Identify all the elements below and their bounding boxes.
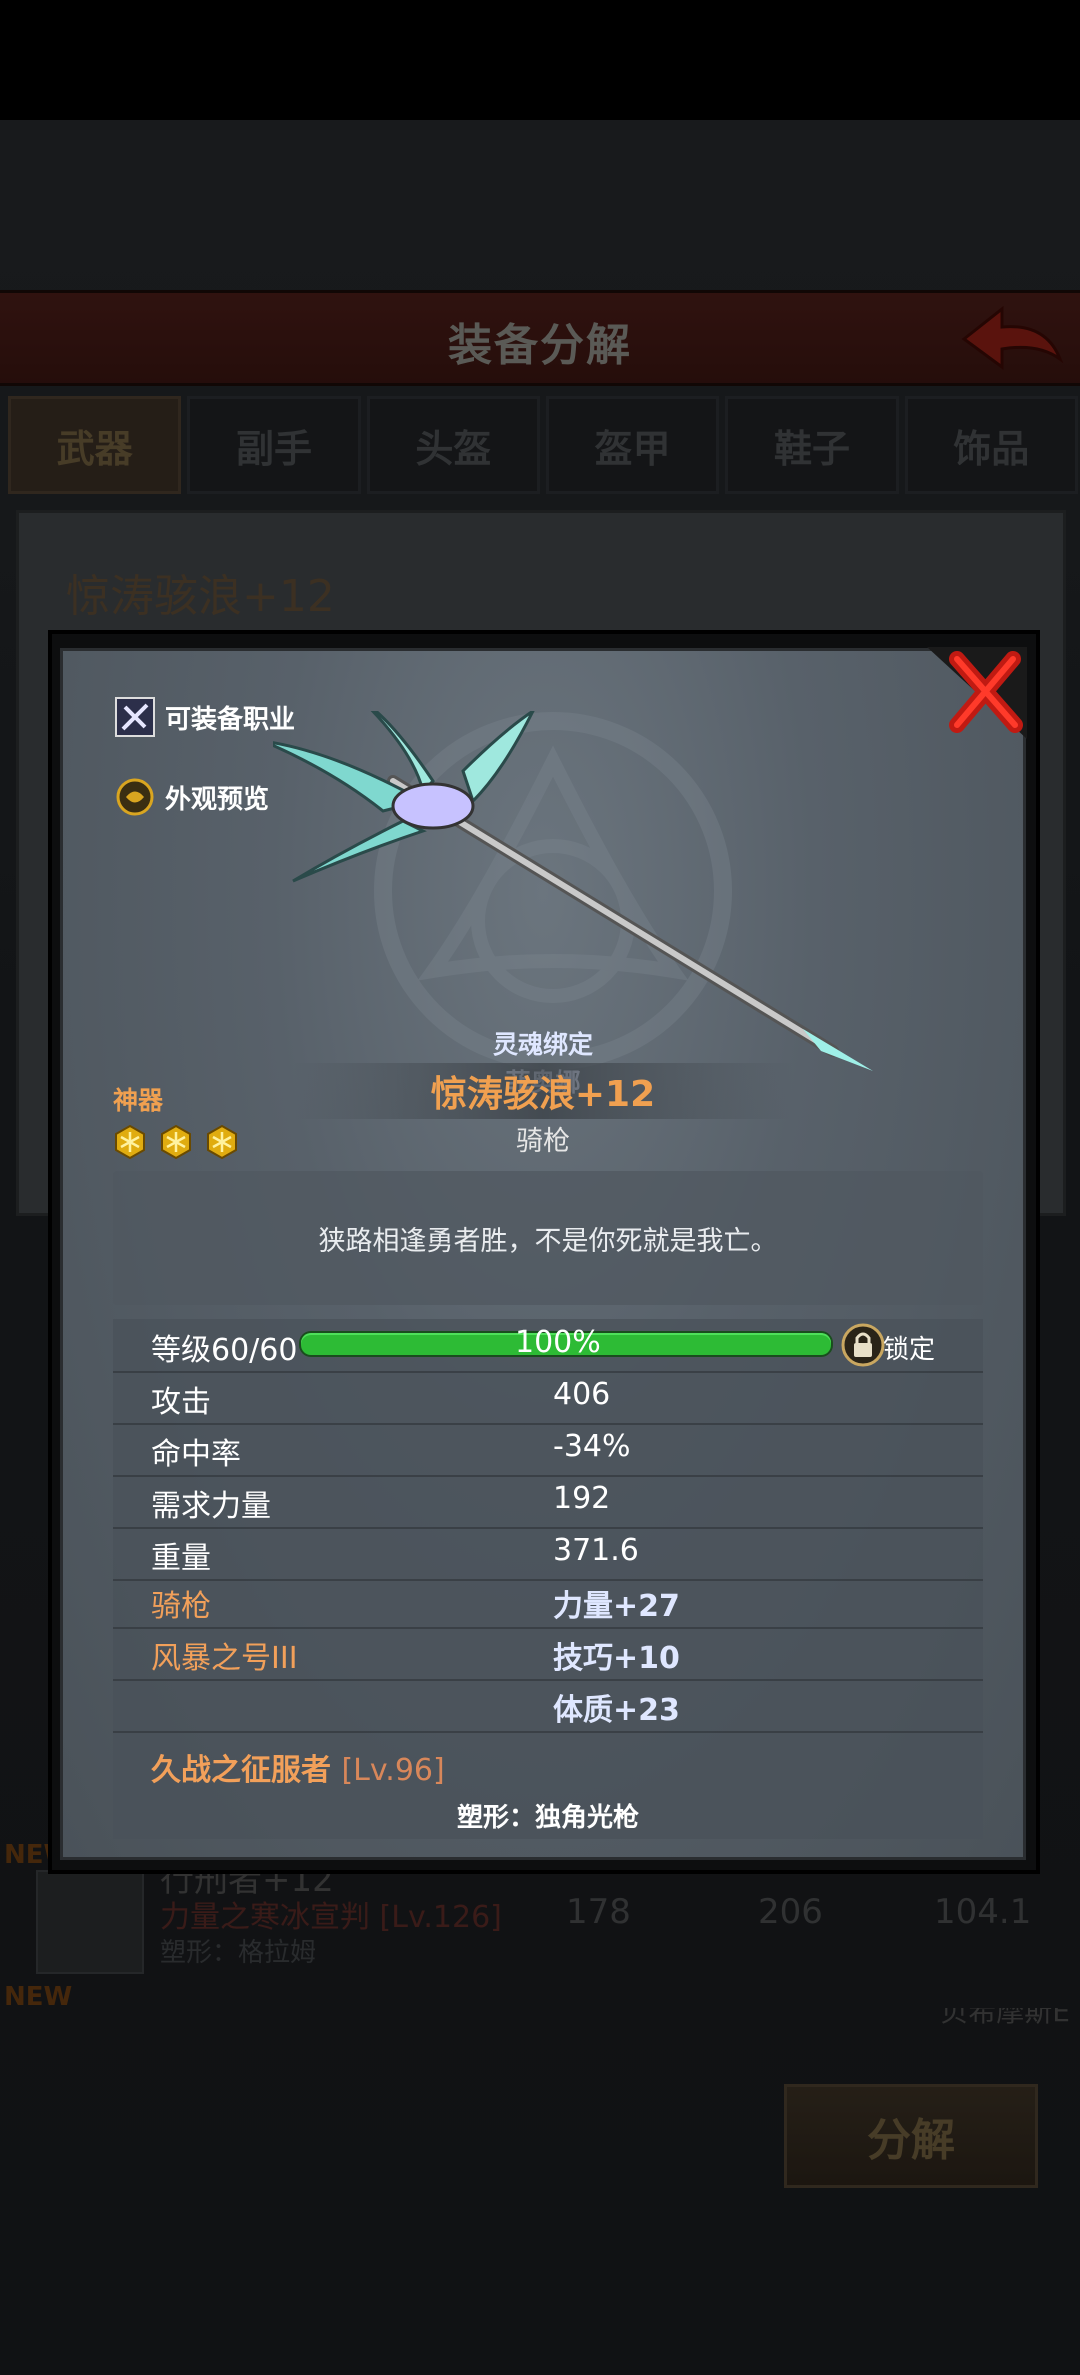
stat-label: 需求力量	[151, 1489, 271, 1524]
level-label: 等级60/60	[151, 1333, 298, 1368]
level-row: 等级60/60 100% 锁定	[113, 1319, 983, 1373]
buff-line: 久战之征服者 [Lv.96]	[151, 1745, 445, 1789]
stat-label: 命中率	[151, 1437, 241, 1472]
job-option[interactable]: 可装备职业	[115, 697, 295, 737]
flavor-text: 狭路相逢勇者胜，不是你死就是我亡。	[318, 1226, 778, 1257]
stat-value: -34%	[553, 1429, 631, 1464]
bonus-value: 体质+23	[553, 1693, 680, 1728]
item-detail-modal: 可装备职业 外观预览 灵魂绑定 菲奥娜 神器 惊涛	[48, 630, 1040, 1874]
preview-option[interactable]: 外观预览	[115, 777, 269, 817]
level-percent: 100%	[515, 1325, 601, 1360]
stat-label: 攻击	[151, 1385, 211, 1420]
close-icon[interactable]	[927, 647, 1027, 739]
item-detail-panel: 可装备职业 外观预览 灵魂绑定 菲奥娜 神器 惊涛	[60, 647, 1027, 1860]
buff-level: [Lv.96]	[341, 1753, 445, 1788]
stat-label: 重量	[151, 1541, 211, 1576]
stat-value: 371.6	[553, 1533, 639, 1568]
bonus-label: 风暴之号III	[151, 1641, 298, 1676]
buff-name: 久战之征服者	[151, 1753, 331, 1788]
stat-value: 192	[553, 1481, 611, 1516]
lock-label[interactable]: 锁定	[883, 1329, 935, 1366]
bonus-value: 力量+27	[553, 1589, 680, 1624]
bonus-label: 骑枪	[151, 1589, 211, 1624]
bonus-value: 技巧+10	[553, 1641, 680, 1676]
skin-label: 塑形：独角光枪	[456, 1803, 639, 1833]
bonus-row: 骑枪 力量+27	[113, 1575, 983, 1629]
stat-row-hit-rate: 命中率 -34%	[113, 1423, 983, 1477]
item-name: 惊涛骇浪+12	[430, 1074, 656, 1115]
class-icon	[115, 697, 155, 737]
preview-option-label: 外观预览	[165, 784, 270, 815]
flavor-text-box: 狭路相逢勇者胜，不是你死就是我亡。	[113, 1171, 983, 1305]
stat-row-weight: 重量 371.6	[113, 1527, 983, 1581]
stat-row-required-strength: 需求力量 192	[113, 1475, 983, 1529]
stats-panel: 等级60/60 100% 锁定 攻击 406 命中率 -34% 需求力量 192…	[113, 1319, 983, 1839]
stat-row-attack: 攻击 406	[113, 1371, 983, 1425]
lock-icon[interactable]	[841, 1323, 885, 1367]
appearance-preview-icon	[116, 778, 154, 816]
bonus-row: 风暴之号III 技巧+10	[113, 1627, 983, 1681]
soul-bound-label: 灵魂绑定	[492, 1030, 593, 1059]
stat-value: 406	[553, 1377, 611, 1412]
bonus-row: 体质+23	[113, 1679, 983, 1733]
weapon-type: 骑枪	[516, 1126, 570, 1157]
